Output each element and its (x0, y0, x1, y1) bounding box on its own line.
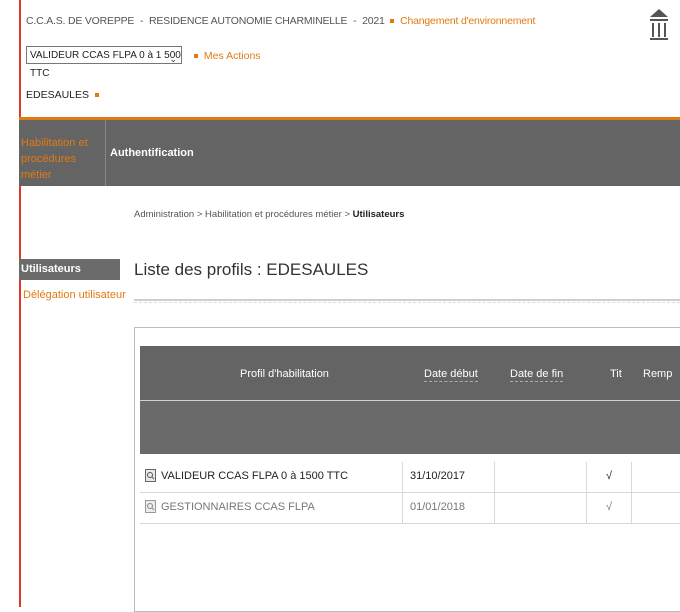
column-divider (494, 462, 495, 492)
user-menu[interactable]: EDESAULES (26, 89, 102, 101)
breadcrumb: Administration > Habilitation et procédu… (134, 209, 404, 220)
environment-context: C.C.A.S. DE VOREPPE - RESIDENCE AUTONOMI… (26, 15, 535, 27)
breadcrumb-habilitation[interactable]: Habilitation et procédures métier (205, 209, 342, 220)
cell-date-debut: 01/01/2018 (410, 501, 466, 513)
user-name: EDESAULES (26, 89, 90, 101)
table-header: Profil d'habilitation Date début Date de… (140, 346, 680, 400)
breadcrumb-separator: > (196, 209, 203, 220)
column-divider (586, 462, 587, 492)
bullet-square-icon (94, 92, 99, 97)
residence-name: RESIDENCE AUTONOMIE CHARMINELLE (148, 15, 348, 27)
page-title: Liste des profils : EDESAULES (134, 260, 369, 279)
table-filter-row (140, 401, 680, 454)
table-row[interactable]: GESTIONNAIRES CCAS FLPA 01/01/2018 √ (140, 493, 680, 524)
sidebar-item-utilisateurs[interactable]: Utilisateurs (19, 259, 120, 280)
year: 2021 (362, 15, 385, 27)
column-header-tit[interactable]: Tit (610, 368, 622, 380)
tab-habilitation[interactable]: Habilitation et procédures métier (19, 120, 102, 186)
cell-date-debut: 31/10/2017 (410, 470, 466, 482)
profile-select[interactable]: VALIDEUR CCAS FLPA 0 à 1 500 TTC ⌄ (26, 46, 182, 79)
sidebar-item-delegation[interactable]: Délégation utilisateur (23, 289, 126, 301)
org-name: C.C.A.S. DE VOREPPE (26, 15, 135, 27)
app-header: C.C.A.S. DE VOREPPE - RESIDENCE AUTONOMI… (26, 9, 680, 118)
document-icon[interactable] (145, 469, 156, 482)
context-separator-2: - (353, 15, 357, 27)
breadcrumb-separator: > (344, 209, 351, 220)
cell-profil: GESTIONNAIRES CCAS FLPA (161, 501, 315, 513)
title-divider (134, 299, 680, 301)
column-header-profil[interactable]: Profil d'habilitation (240, 368, 329, 380)
breadcrumb-current: Utilisateurs (352, 209, 405, 220)
column-divider (631, 493, 632, 523)
column-header-remp[interactable]: Remp (643, 368, 672, 380)
column-divider (402, 462, 403, 492)
bullet-square-icon (194, 53, 198, 58)
main-nav: Habilitation et procédures métier Authen… (19, 120, 680, 186)
mes-actions-menu[interactable]: Mes Actions (191, 50, 261, 62)
document-icon[interactable] (145, 500, 156, 513)
bullet-square-icon (390, 18, 395, 23)
table-row[interactable]: VALIDEUR CCAS FLPA 0 à 1500 TTC 31/10/20… (140, 462, 680, 493)
mes-actions-label: Mes Actions (203, 50, 261, 62)
cell-tit-check: √ (606, 470, 613, 482)
nav-divider (105, 120, 106, 186)
cell-tit-check: √ (606, 501, 613, 513)
column-divider (631, 462, 632, 492)
column-header-date-debut[interactable]: Date début (424, 368, 478, 382)
breadcrumb-administration[interactable]: Administration (134, 209, 194, 220)
change-environment-link[interactable]: Changement d'environnement (400, 15, 535, 27)
title-divider-dashed (134, 302, 680, 303)
chevron-down-icon[interactable]: ⌄ (169, 50, 177, 68)
column-divider (586, 493, 587, 523)
context-separator-1: - (139, 15, 144, 27)
cell-profil: VALIDEUR CCAS FLPA 0 à 1500 TTC (161, 470, 349, 482)
column-divider (494, 493, 495, 523)
profile-select-value: VALIDEUR CCAS FLPA 0 à 1 500 TTC (30, 50, 181, 79)
tab-authentification[interactable]: Authentification (110, 147, 194, 159)
left-accent-rule (19, 0, 21, 607)
column-header-date-fin[interactable]: Date de fin (510, 368, 564, 382)
column-divider (402, 493, 403, 523)
bank-icon[interactable] (650, 9, 668, 43)
